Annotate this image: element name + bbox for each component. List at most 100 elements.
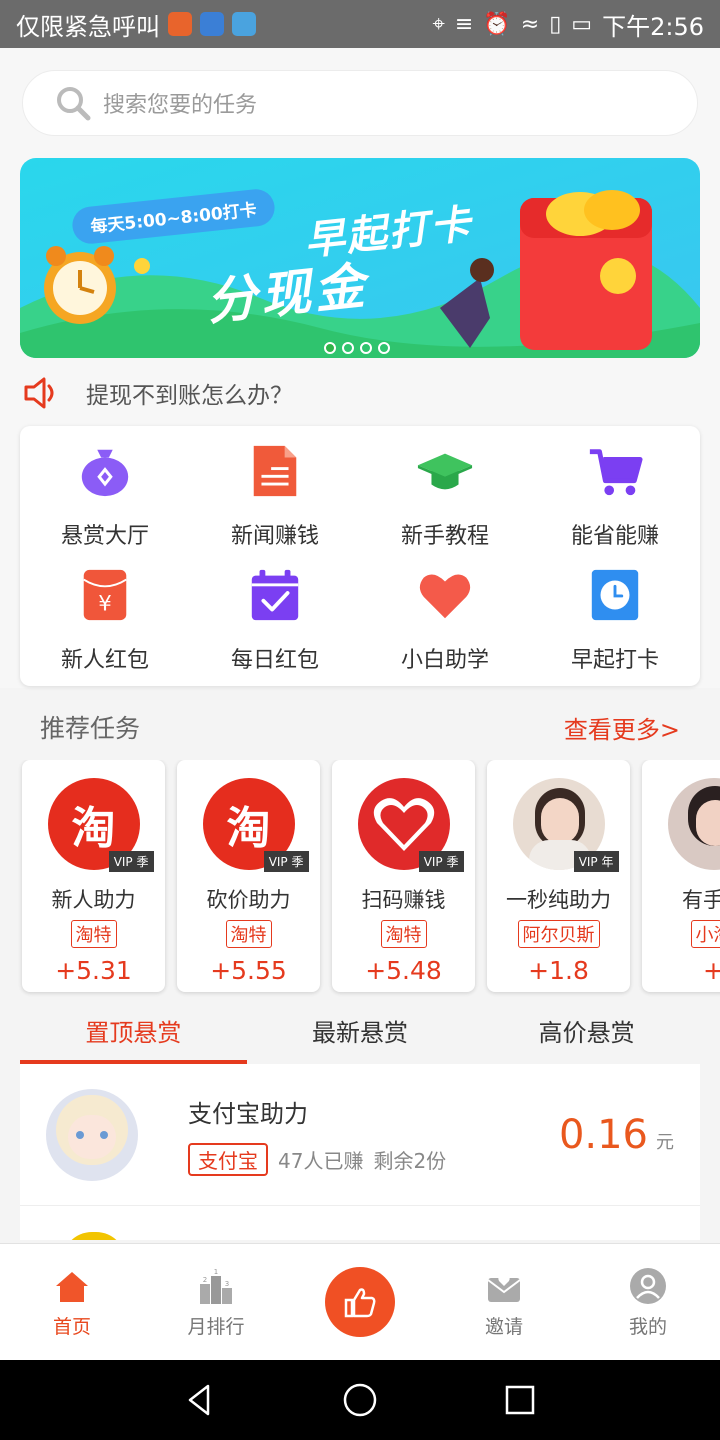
banner-dot-1[interactable] <box>324 342 336 354</box>
red-envelope-icon: ¥ <box>83 569 127 621</box>
calendar-check-icon <box>251 569 299 621</box>
recommend-header: 推荐任务 查看更多> <box>20 700 700 754</box>
search-bar[interactable]: 搜索您要的任务 <box>22 70 698 136</box>
vibrate-icon: ≡ <box>454 11 474 37</box>
sync-notification-icon <box>232 12 256 36</box>
banner-dot-3[interactable] <box>360 342 372 354</box>
grid-item-learning-help[interactable]: 小白助学 <box>360 550 530 674</box>
task-tag: 淘特 <box>380 920 427 948</box>
grid-label: 早起打卡 <box>570 648 659 673</box>
document-icon <box>253 445 297 497</box>
task-tag: 淘特 <box>70 920 117 948</box>
notice-text: 提现不到账怎么办？ <box>86 383 293 409</box>
platform-tag: 支付宝 <box>188 1142 268 1176</box>
task-tag: 小淘 <box>690 920 720 948</box>
center-action-button[interactable] <box>325 1267 395 1337</box>
task-avatar: 淘 VIP 季 <box>202 778 309 872</box>
grid-label: 能省能赚 <box>570 524 659 549</box>
grid-item-news-earn[interactable]: 新闻赚钱 <box>190 426 360 550</box>
earned-count: 47人已赚 <box>278 1148 364 1173</box>
nav-mine[interactable]: 我的 <box>576 1244 720 1360</box>
grid-label: 新人红包 <box>60 648 149 673</box>
back-icon[interactable] <box>180 1380 220 1420</box>
clock-icon <box>591 569 639 621</box>
svg-text:1: 1 <box>214 1268 218 1276</box>
nav-invite[interactable]: 邀请 <box>432 1244 576 1360</box>
task-price: +5.55 <box>210 956 287 985</box>
banner-dot-2[interactable] <box>342 342 354 354</box>
reward-amount: 0.16 <box>558 1111 648 1158</box>
grid-item-tutorial[interactable]: 新手教程 <box>360 426 530 550</box>
svg-text:3: 3 <box>225 1280 229 1288</box>
task-price: +5.31 <box>55 956 132 985</box>
money-bag-icon <box>81 449 129 497</box>
task-name: 扫码赚钱 <box>361 888 446 912</box>
avatar <box>62 1232 126 1240</box>
promo-banner[interactable]: 每天5:00~8:00打卡 早起打卡 分现金 <box>20 158 700 358</box>
clock-time: 下午2:56 <box>602 12 704 41</box>
network-notification-icon <box>200 12 224 36</box>
vip-badge: VIP 年 <box>573 851 619 872</box>
recommend-carousel[interactable]: 淘 VIP 季 新人助力 淘特 +5.31 淘 VIP 季 砍价助力 淘特 +5… <box>0 760 720 1000</box>
pinduoduo-logo-icon <box>373 798 434 851</box>
sim-icon: ▯ <box>549 11 562 37</box>
alarm-icon: ⏰ <box>483 11 511 37</box>
reward-unit: 元 <box>656 1131 674 1153</box>
tab-pinned-bounty[interactable]: 置顶悬赏 <box>20 1008 247 1064</box>
nav-monthly-rank[interactable]: 2 1 3 月排行 <box>144 1244 288 1360</box>
task-name: 有手机 <box>682 888 720 912</box>
task-tag: 阿尔贝斯 <box>517 920 600 948</box>
location-icon: ⌖ <box>432 11 445 37</box>
home-icon <box>56 1271 88 1302</box>
feature-grid: 悬赏大厅 新闻赚钱 新手教程 能省能赚 ¥ 新人红包 每日红包 小白助学 早起打… <box>20 426 700 686</box>
recents-icon[interactable] <box>500 1380 540 1420</box>
grid-item-daily-redpacket[interactable]: 每日红包 <box>190 550 360 674</box>
nav-center-action[interactable] <box>288 1244 432 1360</box>
list-item[interactable]: 支付宝助力 支付宝 47人已赚 剩余2份 0.16 元 <box>20 1064 700 1206</box>
recommend-card[interactable]: VIP 年 一秒纯助力 阿尔贝斯 +1.8 <box>487 760 630 992</box>
recommend-card[interactable]: 淘 VIP 季 新人助力 淘特 +5.31 <box>22 760 165 992</box>
bounty-list: 支付宝助力 支付宝 47人已赚 剩余2份 0.16 元 <box>20 1064 700 1240</box>
list-item-title: 支付宝助力 <box>188 1099 308 1128</box>
see-more-link[interactable]: 查看更多> <box>564 710 680 745</box>
invite-envelope-icon <box>487 1275 521 1302</box>
status-bar: 仅限紧急呼叫 ⌖ ≡ ⏰ ≈ ▯ ▭ 下午2:56 <box>0 0 720 48</box>
nav-label: 首页 <box>52 1315 91 1338</box>
home-circle-icon[interactable] <box>340 1380 380 1420</box>
task-avatar: VIP 年 <box>512 778 619 872</box>
recommend-card[interactable]: 淘 VIP 季 砍价助力 淘特 +5.55 <box>177 760 320 992</box>
list-item-partial[interactable] <box>20 1206 700 1240</box>
search-icon <box>57 87 91 121</box>
task-name: 新人助力 <box>51 888 136 912</box>
grid-item-save-earn[interactable]: 能省能赚 <box>530 426 700 550</box>
grid-item-newcomer-redpacket[interactable]: ¥ 新人红包 <box>20 550 190 674</box>
svg-text:2: 2 <box>203 1276 207 1284</box>
task-price: +1.8 <box>528 956 589 985</box>
task-avatar <box>667 778 720 870</box>
vip-badge: VIP 季 <box>418 851 464 872</box>
graduation-cap-icon <box>417 453 473 490</box>
bottom-navigation: 首页 2 1 3 月排行 邀请 我的 <box>0 1243 720 1360</box>
task-name: 一秒纯助力 <box>506 888 611 912</box>
recommend-card[interactable]: 有手机 小淘 + <box>642 760 720 992</box>
grid-item-early-checkin[interactable]: 早起打卡 <box>530 550 700 674</box>
avatar <box>46 1088 138 1181</box>
user-icon <box>630 1267 666 1304</box>
tab-latest-bounty[interactable]: 最新悬赏 <box>247 1008 474 1064</box>
tab-high-price-bounty[interactable]: 高价悬赏 <box>473 1008 700 1064</box>
nav-label: 我的 <box>628 1315 667 1338</box>
grid-label: 每日红包 <box>230 648 319 673</box>
nav-home[interactable]: 首页 <box>0 1244 144 1360</box>
bounty-tabs: 置顶悬赏 最新悬赏 高价悬赏 <box>20 1008 700 1064</box>
notice-bar[interactable]: 提现不到账怎么办？ <box>20 370 293 416</box>
wifi-icon: ≈ <box>520 11 540 37</box>
grid-label: 新闻赚钱 <box>230 524 319 549</box>
banner-pagination <box>324 342 390 354</box>
podium-icon: 2 1 3 <box>200 1268 232 1304</box>
recommend-card[interactable]: VIP 季 扫码赚钱 淘特 +5.48 <box>332 760 475 992</box>
vip-badge: VIP 季 <box>108 851 154 872</box>
banner-dot-4[interactable] <box>378 342 390 354</box>
svg-text:¥: ¥ <box>98 591 112 616</box>
taobao-logo-icon: 淘 <box>226 803 271 854</box>
grid-item-bounty-hall[interactable]: 悬赏大厅 <box>20 426 190 550</box>
